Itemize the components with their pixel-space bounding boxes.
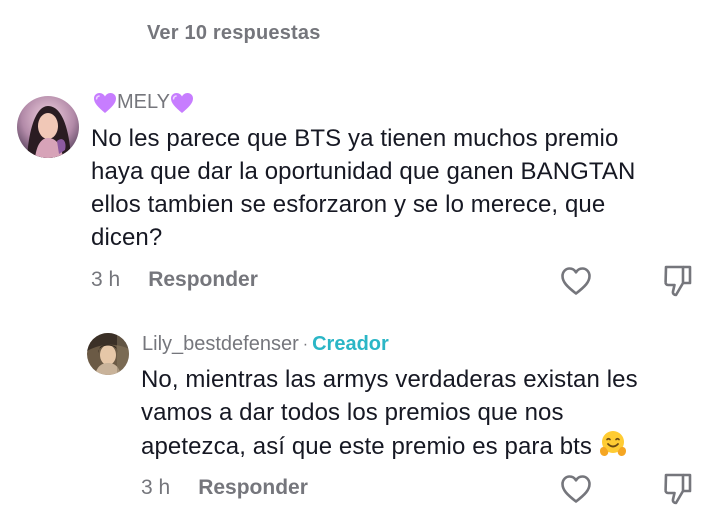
avatar[interactable] — [17, 96, 79, 158]
comment-text-line: vamos a dar todos los premios que nos — [141, 399, 564, 426]
comment-username[interactable]: Lily_bestdefenser · Creador — [142, 333, 389, 356]
comment-text-line: No, mientras las armys verdaderas exista… — [141, 366, 638, 393]
comment-text: No les parece que BTS ya tienen muchos p… — [91, 122, 701, 254]
heart-outline-icon[interactable] — [560, 474, 592, 504]
reply-button[interactable]: Responder — [198, 476, 308, 500]
heart-outline-icon[interactable] — [560, 266, 592, 296]
comment-username[interactable]: MELY — [93, 91, 194, 114]
reply-button[interactable]: Responder — [148, 268, 258, 292]
comment-text-line: No les parece que BTS ya tienen muchos p… — [91, 125, 619, 152]
purple-heart-icon — [170, 92, 194, 114]
comment-text-line: dicen? — [91, 224, 163, 251]
view-replies-link[interactable]: Ver 10 respuestas — [147, 22, 321, 45]
comment-text: No, mientras las armys verdaderas exista… — [141, 363, 701, 463]
comment-text-line: haya que dar la oportunidad que ganen BA… — [91, 158, 636, 185]
comment-timestamp: 3 h — [91, 268, 121, 291]
comment-timestamp: 3 h — [141, 476, 171, 499]
username-text: Lily_bestdefenser — [142, 333, 299, 355]
thumbs-down-icon[interactable] — [663, 472, 693, 506]
creator-badge: Creador — [312, 333, 389, 355]
comment-text-line: apetezca, así que este premio es para bt… — [141, 429, 701, 463]
separator-dot: · — [302, 335, 309, 353]
purple-heart-icon — [93, 92, 117, 114]
avatar[interactable] — [87, 333, 129, 375]
comment-meta: 3 h Responder — [141, 476, 308, 500]
comment-meta: 3 h Responder — [91, 268, 258, 292]
hugging-face-icon — [598, 429, 628, 459]
comment-text-line-content: apetezca, así que este premio es para bt… — [141, 433, 593, 460]
comments-thread: Ver 10 respuestas MELY No les parece que… — [0, 0, 715, 506]
avatar-photo — [87, 333, 129, 375]
thumbs-down-icon[interactable] — [663, 264, 693, 298]
comment-text-line: ellos tambien se esforzaron y se lo mere… — [91, 191, 606, 218]
username-text: MELY — [117, 91, 170, 113]
avatar-photo — [17, 96, 79, 158]
